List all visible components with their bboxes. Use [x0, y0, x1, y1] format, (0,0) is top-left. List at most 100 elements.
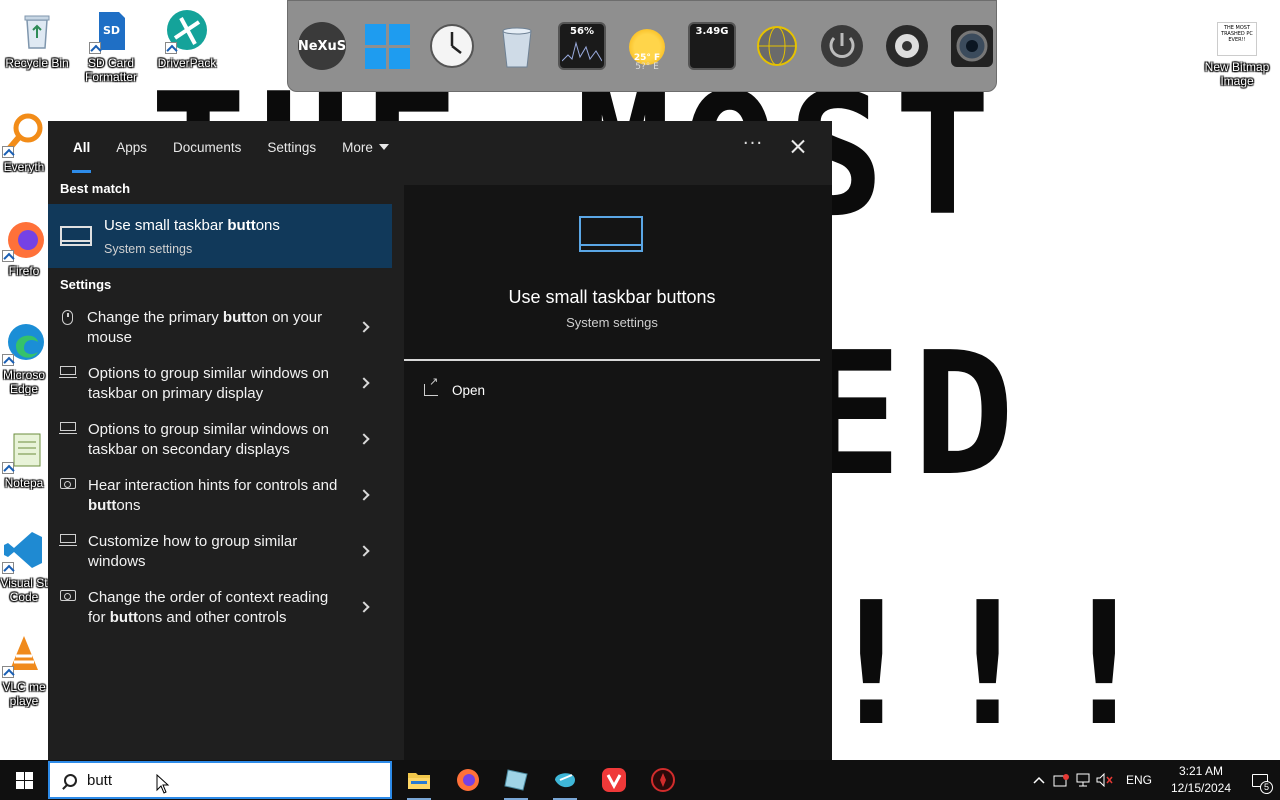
- camera-icon: [948, 22, 996, 70]
- clock-date: 12/15/2024: [1170, 781, 1232, 795]
- volume-muted-icon[interactable]: [1094, 760, 1116, 800]
- dock-item-windows[interactable]: [363, 16, 411, 76]
- result-label: Change the order of context reading for …: [88, 589, 329, 626]
- trash-icon: [493, 22, 541, 70]
- taskbar-app-browser[interactable]: [547, 764, 583, 800]
- desktop-icon-label: Firefo: [8, 264, 40, 278]
- tab-apps[interactable]: Apps: [103, 121, 160, 173]
- dock-item-memory-meter[interactable]: 3.49G: [688, 16, 736, 76]
- result-item[interactable]: Options to group similar windows on task…: [48, 412, 392, 468]
- dock-item-trash[interactable]: [493, 16, 541, 76]
- open-icon: [424, 375, 438, 396]
- desktop-icon-notepad[interactable]: Notepa: [0, 428, 48, 490]
- taskbar-icon: [59, 534, 77, 546]
- result-item[interactable]: Hear interaction hints for controls and …: [48, 468, 392, 524]
- result-label: Hear interaction hints for controls and …: [88, 477, 338, 514]
- driverpack-icon: [165, 8, 209, 54]
- chevron-right-icon: [358, 321, 370, 333]
- taskbar-app-red[interactable]: [645, 764, 681, 796]
- notification-count: 5: [1260, 781, 1273, 794]
- speaker-icon: [883, 22, 931, 70]
- open-action[interactable]: Open: [424, 375, 485, 405]
- desktop-icon-label: New Bitmap Image: [1204, 60, 1270, 88]
- desktop-icon-everything[interactable]: Everyth: [0, 112, 48, 174]
- dock-item-weather[interactable]: 25° F 5?° E: [623, 16, 671, 76]
- search-input[interactable]: [87, 771, 327, 789]
- best-match-title: Use small taskbar buttons: [104, 216, 280, 234]
- open-label: Open: [452, 382, 486, 398]
- taskbar-app-vivaldi[interactable]: [596, 764, 632, 796]
- system-tray: ENG 3:21 AM 12/15/2024 5: [1028, 760, 1280, 800]
- desktop-icon-label: Visual St Code: [0, 576, 48, 604]
- desktop-icon-label: Notepa: [4, 476, 44, 490]
- taskbar-icon: [60, 226, 92, 246]
- more-options-icon[interactable]: ···: [738, 133, 768, 161]
- dock-bar: NeXuS 56% 25° F 5?° E 3.49G: [287, 0, 997, 92]
- desktop-icon-vscode[interactable]: Visual St Code: [0, 528, 48, 604]
- dock-item-power[interactable]: [818, 16, 866, 76]
- tab-settings[interactable]: Settings: [254, 121, 329, 173]
- best-match-subtitle: System settings: [104, 241, 193, 256]
- clock-time: 3:21 AM: [1178, 764, 1224, 778]
- start-button[interactable]: [0, 760, 48, 800]
- desktop-icon-driverpack[interactable]: DriverPack: [150, 8, 224, 70]
- action-center-button[interactable]: 5: [1240, 760, 1280, 800]
- tab-documents[interactable]: Documents: [160, 121, 254, 173]
- chevron-right-icon: [358, 601, 370, 613]
- taskbar-app-firefox[interactable]: [450, 764, 486, 796]
- desktop-icon-label: DriverPack: [157, 56, 217, 70]
- desktop-icon-label: Everyth: [3, 160, 45, 174]
- dock-item-nexus[interactable]: NeXuS: [298, 16, 346, 76]
- wallpaper-text-line2: ED: [800, 316, 1025, 514]
- preview-title: Use small taskbar buttons: [508, 287, 716, 307]
- taskbar-app-file-explorer[interactable]: [401, 764, 437, 800]
- dock-item-globe[interactable]: [753, 16, 801, 76]
- search-icon: [64, 773, 77, 787]
- tab-all[interactable]: All: [60, 121, 103, 173]
- bitmap-image-icon: THE MOST TRASHED PC EVER!!: [1217, 22, 1257, 56]
- taskbar-app-notepad[interactable]: [498, 764, 534, 800]
- result-item[interactable]: Change the order of context reading for …: [48, 580, 392, 636]
- result-item[interactable]: Change the primary button on your mouse: [48, 300, 392, 356]
- taskbar-icon: [59, 366, 77, 378]
- desktop-icon-vlc[interactable]: VLC me playe: [0, 632, 48, 708]
- close-icon[interactable]: [784, 133, 812, 161]
- firefox-icon: [2, 216, 46, 262]
- desktop-icon-edge[interactable]: Microso Edge: [0, 320, 48, 396]
- network-icon[interactable]: [1072, 760, 1094, 800]
- best-match-item[interactable]: Use small taskbar buttons System setting…: [48, 204, 392, 268]
- dock-item-camera[interactable]: [948, 16, 996, 76]
- mouse-pointer-icon: [156, 774, 170, 794]
- result-item[interactable]: Options to group similar windows on task…: [48, 356, 392, 412]
- taskbar-search-box[interactable]: [48, 761, 392, 799]
- language-indicator[interactable]: ENG: [1116, 773, 1162, 787]
- settings-header: Settings: [60, 276, 112, 292]
- app-icon: [555, 773, 575, 788]
- firefox-icon: [457, 769, 479, 791]
- tab-more[interactable]: More: [329, 121, 402, 173]
- desktop-icon-firefox[interactable]: Firefo: [0, 216, 48, 278]
- chevron-right-icon: [358, 545, 370, 557]
- chevron-up-icon[interactable]: [1028, 760, 1050, 800]
- tray-app-icon[interactable]: [1050, 760, 1072, 800]
- windows-icon: [363, 22, 411, 70]
- desktop-icon-recycle-bin[interactable]: Recycle Bin: [0, 8, 74, 70]
- result-item[interactable]: Customize how to group similar windows: [48, 524, 392, 580]
- desktop-icon-new-bitmap-image[interactable]: THE MOST TRASHED PC EVER!! New Bitmap Im…: [1198, 22, 1276, 88]
- dock-item-speaker[interactable]: [883, 16, 931, 76]
- search-tabs: All Apps Documents Settings More ···: [48, 121, 832, 173]
- dock-item-clock[interactable]: [428, 16, 476, 76]
- dock-item-cpu-meter[interactable]: 56%: [558, 16, 606, 76]
- memory-meter-icon: 3.49G: [688, 22, 736, 70]
- recycle-bin-icon: [15, 8, 59, 52]
- vivaldi-icon: [602, 768, 626, 792]
- desktop-icon-sd-card-formatter[interactable]: SD SD Card Formatter: [74, 8, 148, 84]
- clock[interactable]: 3:21 AM 12/15/2024: [1162, 763, 1240, 797]
- everything-search-icon: [2, 112, 46, 158]
- file-explorer-icon: [408, 773, 430, 789]
- mouse-icon: [62, 310, 73, 325]
- taskbar: ENG 3:21 AM 12/15/2024 5: [0, 760, 1280, 800]
- result-label: Customize how to group similar windows: [88, 533, 298, 570]
- app-red-icon: [651, 768, 675, 792]
- desktop-icon-label: Microso Edge: [2, 368, 45, 396]
